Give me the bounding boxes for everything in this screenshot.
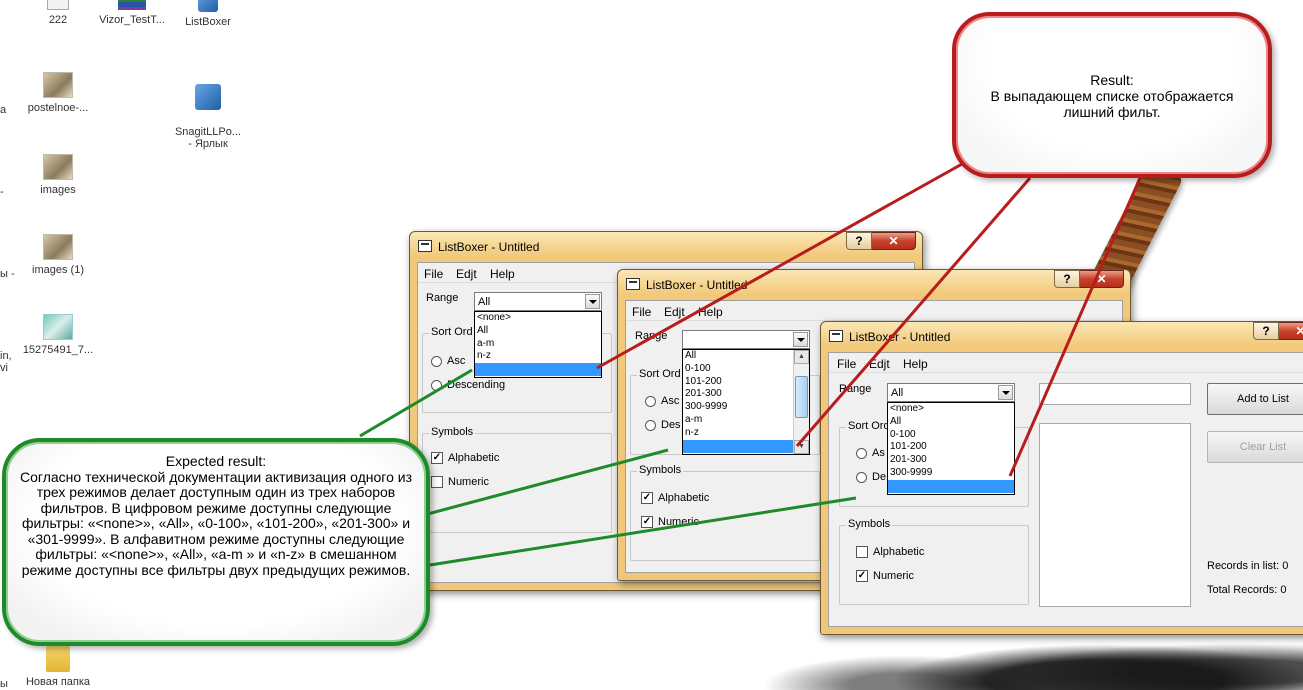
expected-title: Expected result: (165, 453, 267, 469)
expected-pointer-line (404, 448, 669, 522)
result-pointer-line (596, 138, 1006, 370)
result-pointer-line (795, 177, 1032, 447)
result-pointer-line (1008, 177, 1142, 477)
result-title: Result: (1090, 72, 1134, 88)
result-body: В выпадающем списке отображается лишний … (990, 88, 1234, 120)
expected-pointer-line (359, 368, 473, 438)
expected-pointer-line (429, 496, 857, 567)
result-callout: Result: В выпадающем списке отображается… (952, 12, 1272, 178)
expected-body: Согласно технической документации активи… (20, 468, 412, 578)
expected-result-callout: Expected result: Согласно технической до… (2, 438, 430, 646)
